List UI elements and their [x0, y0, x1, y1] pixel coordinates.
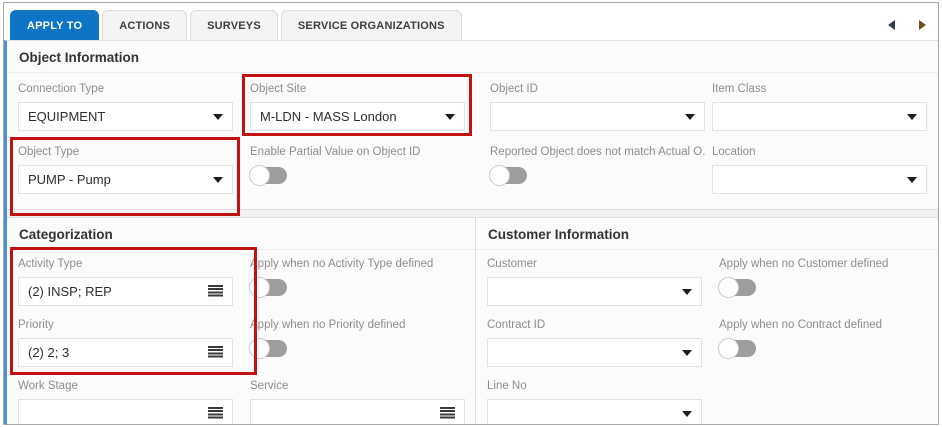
field-label: Customer [487, 258, 702, 273]
categorization-grid: Activity Type (2) INSP; REP Priority (2)… [7, 250, 475, 424]
section-title: Customer Information [476, 218, 938, 250]
field-label: Activity Type [18, 258, 233, 273]
field-label: Apply when no Priority defined [250, 319, 465, 334]
apply-no-priority-toggle[interactable] [250, 340, 287, 357]
contract-id-dropdown[interactable] [487, 338, 702, 367]
dropdown-value: PUMP - Pump [28, 172, 213, 187]
dropdown-arrow-icon [445, 114, 455, 120]
dropdown-arrow-icon [682, 289, 692, 295]
list-icon [208, 407, 223, 420]
apply-to-form-page: APPLY TO ACTIONS SURVEYS SERVICE ORGANIZ… [0, 0, 942, 427]
tab-bar: APPLY TO ACTIONS SURVEYS SERVICE ORGANIZ… [4, 3, 938, 40]
field-object-site: Object Site M-LDN - MASS London [250, 83, 465, 132]
section-customer-information: Customer Information Customer Apply when… [475, 218, 938, 424]
field-item-class: Item Class [712, 83, 927, 132]
field-label: Location [712, 146, 927, 161]
dropdown-value: EQUIPMENT [28, 109, 213, 124]
work-stage-multiselect[interactable] [18, 399, 233, 424]
field-apply-no-customer: Apply when no Customer defined [719, 258, 934, 307]
field-label: Apply when no Contract defined [719, 319, 934, 334]
dropdown-arrow-icon [213, 177, 223, 183]
dropdown-arrow-icon [907, 114, 917, 120]
line-no-dropdown[interactable] [487, 399, 702, 424]
item-class-dropdown[interactable] [712, 102, 927, 131]
dropdown-arrow-icon [682, 350, 692, 356]
apply-no-contract-toggle[interactable] [719, 340, 756, 357]
field-priority: Priority (2) 2; 3 [18, 319, 233, 368]
field-enable-partial-value: Enable Partial Value on Object ID [250, 146, 465, 195]
field-label: Reported Object does not match Actual O.… [490, 146, 705, 161]
field-label: Enable Partial Value on Object ID [250, 146, 465, 161]
field-label: Contract ID [487, 319, 702, 334]
dropdown-arrow-icon [907, 177, 917, 183]
field-work-stage: Work Stage [18, 380, 233, 424]
field-activity-type: Activity Type (2) INSP; REP [18, 258, 233, 307]
tab-actions[interactable]: ACTIONS [102, 10, 187, 40]
field-label: Apply when no Customer defined [719, 258, 934, 273]
tab-surveys[interactable]: SURVEYS [190, 10, 278, 40]
dropdown-arrow-icon [682, 411, 692, 417]
activity-type-multiselect[interactable]: (2) INSP; REP [18, 277, 233, 306]
apply-no-customer-toggle[interactable] [719, 279, 756, 296]
apply-to-panel: Object Information Connection Type EQUIP… [4, 40, 938, 424]
section-divider [7, 209, 938, 218]
customer-dropdown[interactable] [487, 277, 702, 306]
tab-service-organizations[interactable]: SERVICE ORGANIZATIONS [281, 10, 462, 40]
priority-multiselect[interactable]: (2) 2; 3 [18, 338, 233, 367]
field-label: Object Type [18, 146, 233, 161]
field-apply-no-activity: Apply when no Activity Type defined [250, 258, 465, 307]
field-connection-type: Connection Type EQUIPMENT [18, 83, 233, 132]
tab-scroll-left-icon[interactable] [888, 20, 895, 30]
dropdown-arrow-icon [685, 114, 695, 120]
field-label: Apply when no Activity Type defined [250, 258, 465, 273]
field-label: Priority [18, 319, 233, 334]
field-object-id: Object ID [490, 83, 705, 132]
connection-type-dropdown[interactable]: EQUIPMENT [18, 102, 233, 131]
field-label: Object Site [250, 83, 465, 98]
object-information-grid: Connection Type EQUIPMENT Object Site M-… [7, 73, 938, 209]
field-object-type: Object Type PUMP - Pump [18, 146, 233, 195]
apply-no-activity-toggle[interactable] [250, 279, 287, 296]
lower-sections: Categorization Activity Type (2) INSP; R… [7, 218, 938, 424]
field-label: Line No [487, 380, 702, 395]
tab-scroll-controls [888, 20, 926, 40]
section-object-information: Object Information Connection Type EQUIP… [7, 41, 938, 209]
location-dropdown[interactable] [712, 165, 927, 194]
service-multiselect[interactable] [250, 399, 465, 424]
field-label: Connection Type [18, 83, 233, 98]
list-icon [440, 407, 455, 420]
field-apply-no-priority: Apply when no Priority defined [250, 319, 465, 368]
section-title: Categorization [7, 218, 475, 250]
dropdown-value: M-LDN - MASS London [260, 109, 445, 124]
field-service: Service [250, 380, 465, 424]
field-label: Object ID [490, 83, 705, 98]
object-type-dropdown[interactable]: PUMP - Pump [18, 165, 233, 194]
field-apply-no-contract: Apply when no Contract defined [719, 319, 934, 368]
customer-information-grid: Customer Apply when no Customer defined … [476, 250, 938, 424]
field-line-no: Line No [487, 380, 702, 424]
dropdown-arrow-icon [213, 114, 223, 120]
field-label: Item Class [712, 83, 927, 98]
reported-object-mismatch-toggle[interactable] [490, 167, 527, 184]
enable-partial-value-toggle[interactable] [250, 167, 287, 184]
list-icon [208, 285, 223, 298]
tab-scroll-right-icon[interactable] [919, 20, 926, 30]
multiselect-value: (2) INSP; REP [28, 284, 208, 299]
categorization-highlight-group: Activity Type (2) INSP; REP Priority (2)… [18, 258, 250, 368]
multiselect-value: (2) 2; 3 [28, 345, 208, 360]
field-reported-object-mismatch: Reported Object does not match Actual O.… [490, 146, 705, 195]
tab-apply-to[interactable]: APPLY TO [10, 10, 99, 40]
field-contract-id: Contract ID [487, 319, 702, 368]
field-customer: Customer [487, 258, 702, 307]
section-categorization: Categorization Activity Type (2) INSP; R… [7, 218, 475, 424]
section-title: Object Information [7, 41, 938, 73]
field-location: Location [712, 146, 927, 195]
object-id-dropdown[interactable] [490, 102, 705, 131]
list-icon [208, 346, 223, 359]
field-label: Work Stage [18, 380, 233, 395]
object-site-dropdown[interactable]: M-LDN - MASS London [250, 102, 465, 131]
field-label: Service [250, 380, 465, 395]
